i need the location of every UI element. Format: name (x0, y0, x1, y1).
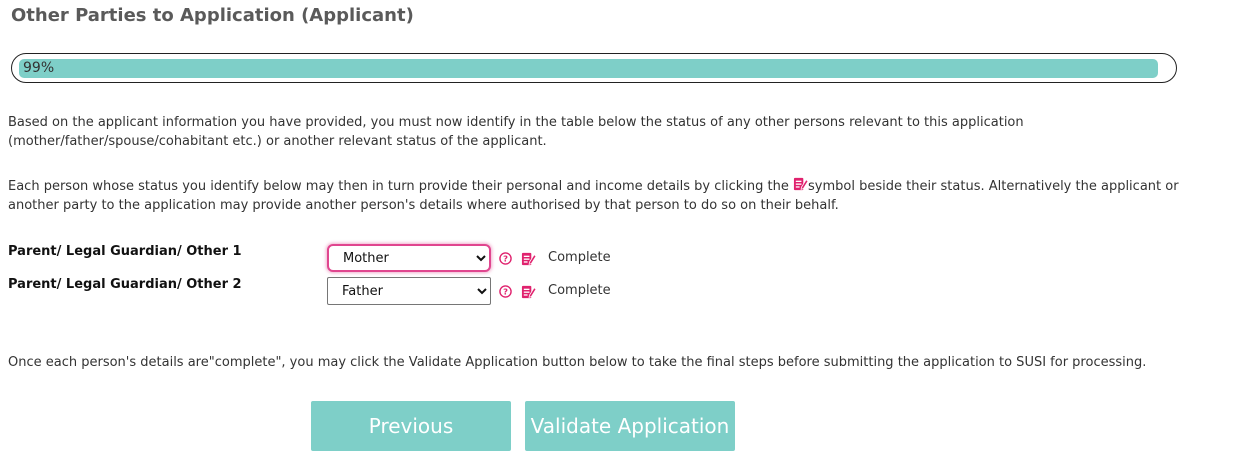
instructions-text-before: Each person whose status you identify be… (8, 179, 794, 194)
progress-fill (19, 59, 1158, 78)
party-1-status: Complete (548, 250, 611, 265)
instructions-paragraph: Each person whose status you identify be… (8, 176, 1232, 215)
page-title: Other Parties to Application (Applicant) (11, 5, 414, 26)
intro-paragraph: Based on the applicant information you h… (8, 115, 1024, 149)
validate-application-button[interactable]: Validate Application (525, 401, 735, 451)
edit-icon[interactable] (521, 284, 536, 299)
help-icon[interactable]: ? (499, 285, 512, 298)
footer-note: Once each person's details are"complete"… (8, 355, 1147, 370)
progress-label: 99% (23, 60, 55, 76)
help-icon[interactable]: ? (499, 252, 512, 265)
svg-text:?: ? (503, 287, 508, 297)
party-2-status: Complete (548, 283, 611, 298)
edit-icon (793, 177, 809, 191)
progress-bar: 99% (11, 53, 1177, 83)
party-2-select[interactable]: Father (327, 277, 491, 305)
party-1-label: Parent/ Legal Guardian/ Other 1 (8, 244, 242, 259)
previous-button[interactable]: Previous (311, 401, 511, 451)
edit-icon[interactable] (521, 251, 536, 266)
svg-text:?: ? (503, 254, 508, 264)
party-2-label: Parent/ Legal Guardian/ Other 2 (8, 277, 242, 292)
party-1-select[interactable]: Mother (327, 244, 491, 272)
